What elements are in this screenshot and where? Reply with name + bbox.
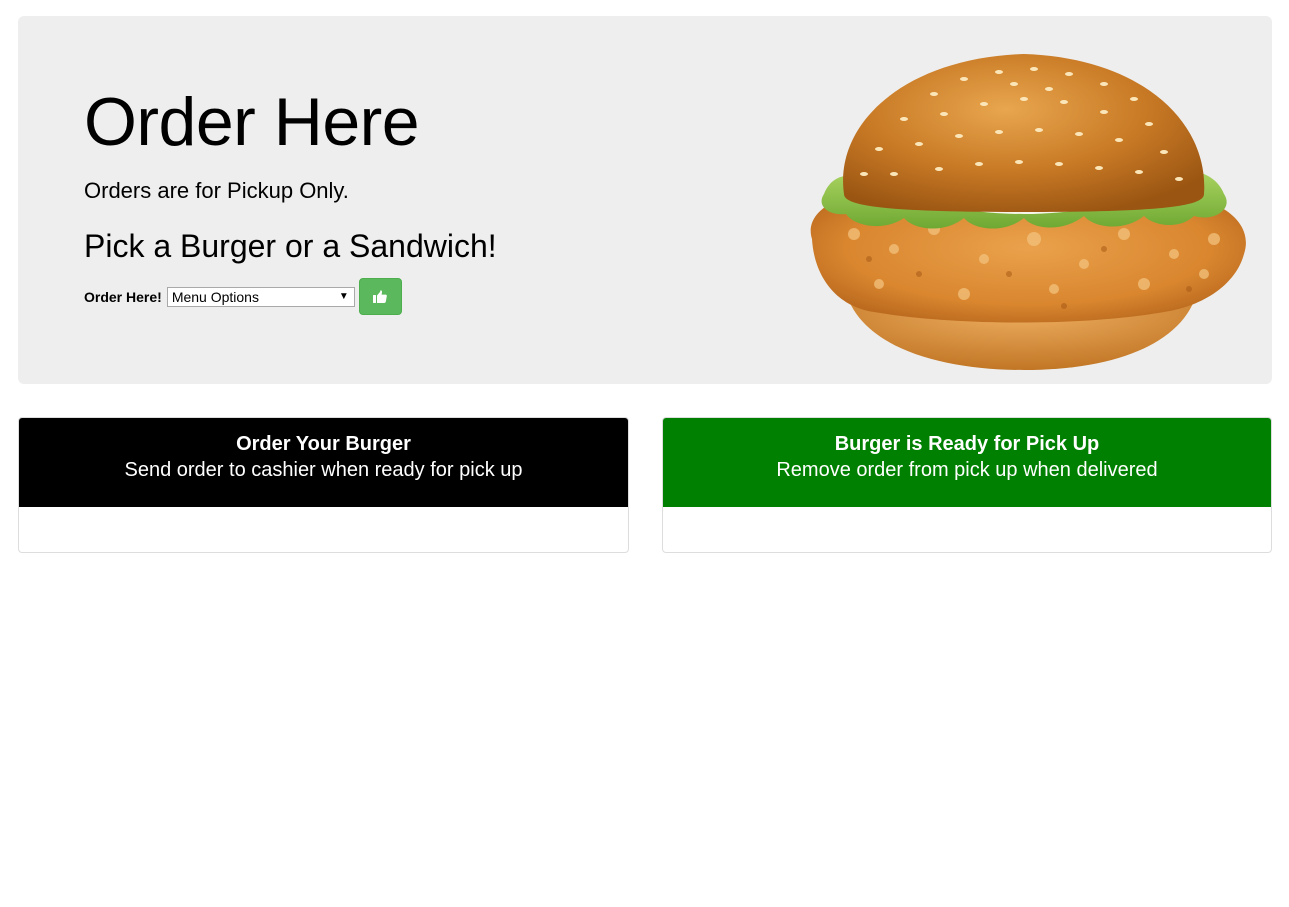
order-form: Order Here! Menu Options ▼: [84, 278, 402, 315]
submit-order-button[interactable]: [358, 278, 402, 315]
menu-select-value: Menu Options: [171, 288, 259, 305]
menu-select[interactable]: Menu Options ▼: [166, 286, 355, 307]
menu-prompt: Pick a Burger or a Sandwich!: [84, 228, 497, 264]
order-queue-panel: Order Your Burger Send order to cashier …: [18, 417, 629, 553]
order-queue-subtitle: Send order to cashier when ready for pic…: [124, 459, 523, 481]
caret-down-icon: ▼: [338, 290, 349, 302]
order-queue-heading: Order Your Burger Send order to cashier …: [19, 418, 628, 507]
pickup-ready-title: Burger is Ready for Pick Up: [834, 433, 1100, 455]
pickup-ready-heading: Burger is Ready for Pick Up Remove order…: [663, 418, 1271, 507]
order-jumbotron: Order Here Orders are for Pickup Only. P…: [18, 16, 1272, 384]
order-label: Order Here!: [84, 288, 162, 305]
order-queue-title: Order Your Burger: [236, 433, 411, 455]
pickup-ready-subtitle: Remove order from pick up when delivered: [776, 459, 1158, 481]
page-title: Order Here: [84, 84, 420, 160]
pickup-notice: Orders are for Pickup Only.: [84, 178, 349, 203]
burger-image: [784, 44, 1254, 374]
pickup-ready-panel: Burger is Ready for Pick Up Remove order…: [662, 417, 1272, 553]
thumbs-up-icon: [373, 290, 388, 303]
